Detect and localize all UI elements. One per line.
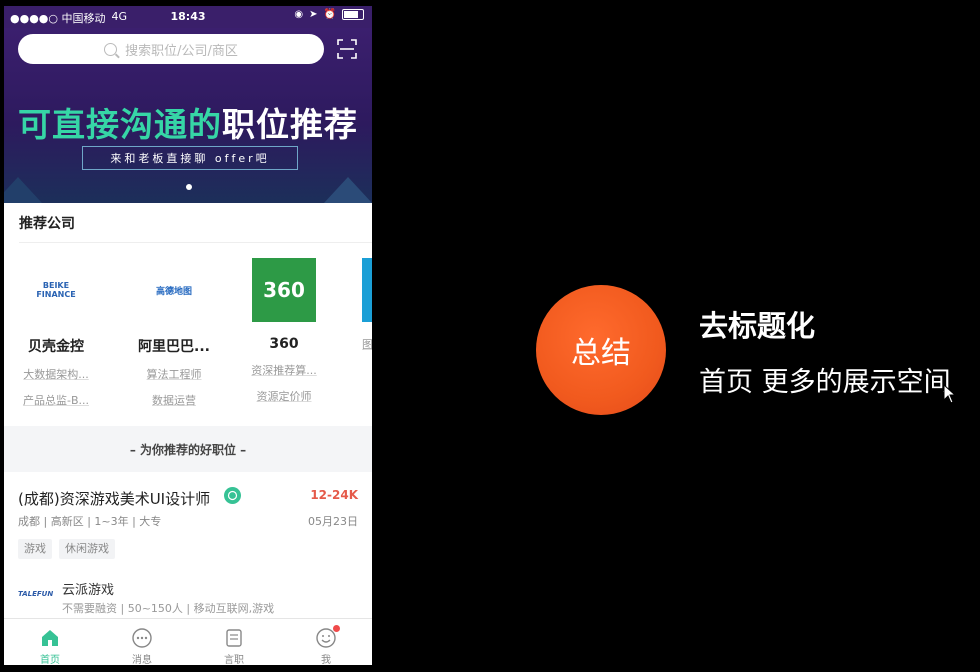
banner-title-white: 职位推荐 <box>222 105 358 144</box>
job-meta: 成都 | 高新区 | 1~3年 | 大专 <box>18 515 162 528</box>
tab-messages[interactable]: 消息 <box>96 619 188 665</box>
company-card[interactable]: BEIKE FINANCE 贝壳金控 大数据架构... 产品总监-B... <box>4 258 108 408</box>
company-card[interactable]: 高德地图 阿里巴巴... 算法工程师 数据运营 <box>122 258 226 408</box>
tab-yanzhi[interactable]: 言职 <box>188 619 280 665</box>
company-logo: BEIKE FINANCE <box>36 281 76 299</box>
smiley-icon <box>315 625 340 649</box>
company-logo: 高德地图 <box>155 286 192 297</box>
chat-icon <box>132 628 152 648</box>
company-logo: 360 <box>252 258 316 322</box>
mountain-decoration <box>324 177 372 203</box>
summary-circle: 总结 <box>536 285 666 415</box>
job-tag: 休闲游戏 <box>59 539 115 559</box>
company-logo <box>362 258 372 322</box>
tab-label: 首页 <box>40 655 60 665</box>
battery-icon <box>342 9 364 20</box>
search-input[interactable]: 搜索职位/公司/商区 <box>18 34 324 64</box>
tab-label: 消息 <box>132 655 152 665</box>
company-job-link[interactable]: 图 <box>362 336 372 352</box>
section-title: 推荐公司 <box>19 216 75 232</box>
job-title[interactable]: (成都)资深游戏美术UI设计师 <box>18 488 210 509</box>
phone-screen: ●●●●○ 中国移动 4G 18:43 ◉ ➤ ⏰ 搜索职位/公司/商区 可直接… <box>4 6 372 665</box>
job-date: 05月23日 <box>308 515 358 528</box>
lock-rotation-icon: ◉ <box>294 9 304 20</box>
company-name[interactable]: 云派游戏 <box>62 579 114 598</box>
home-icon <box>42 630 58 646</box>
banner-title: 可直接沟通的职位推荐 <box>4 98 372 146</box>
divider <box>19 242 372 243</box>
search-placeholder: 搜索职位/公司/商区 <box>125 43 238 59</box>
location-icon: ➤ <box>309 9 318 20</box>
tab-label: 言职 <box>224 655 244 665</box>
summary-subtitle: 首页 更多的展示空间 <box>699 367 951 398</box>
mountain-decoration <box>4 177 42 203</box>
banner-title-green: 可直接沟通的 <box>18 105 222 144</box>
company-logo: TALEFUN <box>18 590 54 598</box>
company-meta: 不需要融资 | 50~150人 | 移动互联网,游戏 <box>62 602 275 615</box>
tab-home[interactable]: 首页 <box>4 619 96 665</box>
company-job-link[interactable]: 大数据架构... <box>4 366 108 382</box>
carousel-indicator <box>186 184 192 190</box>
banner-subtitle: 来和老板直接聊 offer吧 <box>82 146 298 170</box>
tab-me[interactable]: 我 <box>280 619 372 665</box>
promo-banner[interactable]: 搜索职位/公司/商区 可直接沟通的职位推荐 来和老板直接聊 offer吧 <box>4 28 372 203</box>
mouse-cursor-icon <box>943 384 957 404</box>
alarm-icon: ⏰ <box>323 9 336 20</box>
company-job-link[interactable]: 资深推荐算... <box>232 362 336 378</box>
tab-bar: 首页 消息 言职 我 <box>4 618 372 665</box>
company-name: 阿里巴巴... <box>138 339 210 355</box>
job-tag: 游戏 <box>18 539 52 559</box>
search-icon <box>104 42 118 56</box>
chat-icon <box>224 487 241 504</box>
company-job-link[interactable]: 资源定价师 <box>232 388 336 404</box>
summary-title: 去标题化 <box>699 309 816 343</box>
notification-dot <box>333 625 340 632</box>
document-icon <box>226 629 242 647</box>
company-job-link[interactable]: 数据运营 <box>122 392 226 408</box>
status-bar: ●●●●○ 中国移动 4G 18:43 ◉ ➤ ⏰ <box>4 6 372 28</box>
company-card[interactable]: 360 360 资深推荐算... 资源定价师 <box>232 258 336 404</box>
company-name: 360 <box>269 336 299 352</box>
company-job-link[interactable]: 算法工程师 <box>122 366 226 382</box>
company-job-link[interactable]: 产品总监-B... <box>4 392 108 408</box>
company-card[interactable]: 图 <box>362 258 372 352</box>
recommended-jobs-heading: – 为你推荐的好职位 – <box>129 443 247 457</box>
scan-icon[interactable] <box>337 39 357 59</box>
company-name: 贝壳金控 <box>28 339 84 355</box>
tab-label: 我 <box>321 655 331 665</box>
salary: 12-24K <box>310 488 358 502</box>
